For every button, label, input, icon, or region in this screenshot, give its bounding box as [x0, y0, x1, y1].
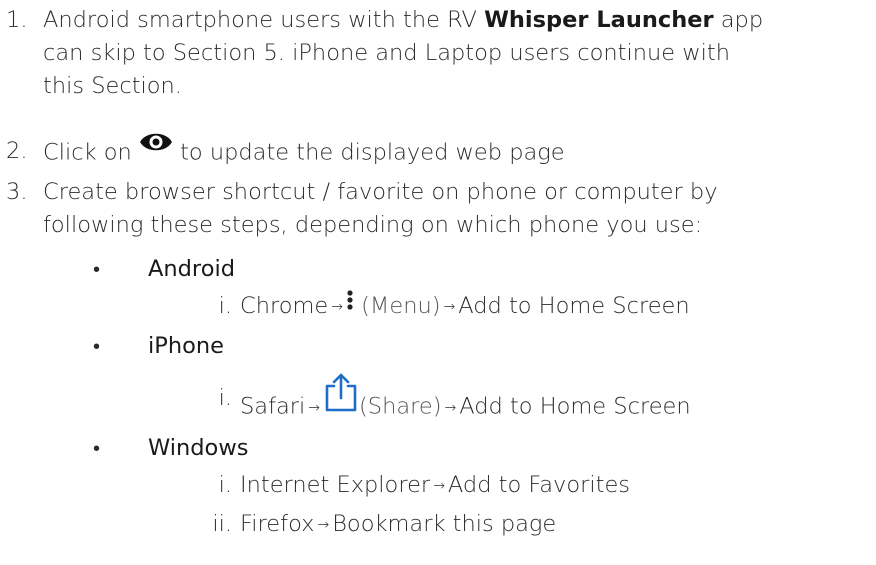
- bullet-label: iPhone: [148, 333, 224, 359]
- item-text: Create browser shortcut / favorite on ph…: [43, 176, 843, 242]
- step-number: i.: [218, 472, 232, 498]
- arrow-icon: →: [443, 299, 456, 315]
- item-number: 1.: [6, 7, 28, 33]
- arrow-icon: →: [317, 517, 330, 533]
- item-number: 3.: [6, 179, 28, 205]
- step-number: i.: [218, 385, 232, 411]
- text-run: app: [713, 7, 764, 33]
- action-text: Add to Home Screen: [458, 293, 690, 319]
- share-label: (Share): [359, 393, 442, 420]
- bullet-glyph: •: [93, 334, 101, 358]
- eye-icon: [139, 129, 173, 165]
- step-number: ii.: [212, 511, 232, 537]
- bullet-label: Windows: [148, 435, 249, 461]
- text-run: Android smartphone users with the RV: [43, 7, 485, 33]
- bullet-glyph: •: [93, 257, 101, 281]
- menu-label: (Menu): [361, 293, 441, 319]
- kebab-menu-icon: [346, 287, 354, 320]
- browser-name: Firefox: [240, 511, 315, 537]
- browser-name: Safari: [240, 393, 306, 420]
- browser-name: Internet Explorer: [240, 472, 431, 498]
- item-line: Create browser shortcut / favorite on ph…: [43, 179, 718, 205]
- action-text: Bookmark this page: [332, 511, 557, 537]
- item-text: Click on to update the displayed web pag…: [43, 133, 843, 171]
- step-text: Safari → (Share) → Add to Home Screen: [240, 373, 691, 432]
- item-line: this Section.: [43, 73, 182, 99]
- item-text: Android smartphone users with the RV Whi…: [43, 4, 843, 103]
- item-line: following these steps, depending on whic…: [43, 212, 703, 238]
- step-text: Internet Explorer → Add to Favorites: [240, 469, 630, 505]
- share-icon: [323, 372, 359, 422]
- item-line: can skip to Section 5. iPhone and Laptop…: [43, 40, 730, 66]
- text-run: Click on: [43, 139, 139, 166]
- step-number: i.: [218, 293, 232, 319]
- item-line: Android smartphone users with the RV Whi…: [43, 4, 843, 37]
- browser-name: Chrome: [240, 293, 329, 319]
- bullet-glyph: •: [93, 436, 101, 460]
- action-text: Add to Home Screen: [459, 393, 691, 420]
- item-number: 2.: [6, 138, 28, 164]
- arrow-icon: →: [331, 299, 343, 315]
- action-text: Add to Favorites: [447, 472, 631, 498]
- step-text: Firefox → Bookmark this page: [240, 508, 556, 544]
- bullet-label: Android: [148, 256, 235, 282]
- app-name: Whisper Launcher: [484, 7, 714, 33]
- arrow-icon: →: [308, 399, 321, 416]
- text-run: to update the displayed web page: [172, 139, 565, 166]
- step-text: Chrome → (Menu) → Add to Home Screen: [240, 290, 690, 326]
- arrow-icon: →: [433, 478, 445, 494]
- arrow-icon: →: [444, 399, 457, 416]
